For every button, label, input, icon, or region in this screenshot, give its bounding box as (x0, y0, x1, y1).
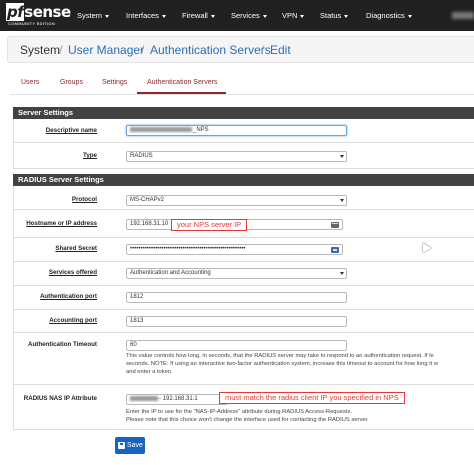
nas-ip-select[interactable]: - 192.168.31.1 (126, 394, 228, 405)
chevron-down-icon (340, 155, 344, 158)
auth-timeout-label: Authentication Timeout (28, 341, 97, 348)
chevron-down-icon (340, 272, 344, 275)
breadcrumb-auth-servers[interactable]: Authentication Servers (150, 43, 271, 57)
chevron-down-icon (344, 14, 349, 18)
protocol-label: Protocol (71, 196, 97, 203)
breadcrumb-user-manager[interactable]: User Manager (68, 43, 144, 57)
nav-status[interactable]: Status (320, 0, 349, 31)
auth-port-label: Authentication port (39, 293, 97, 300)
nav-system[interactable]: System (77, 0, 110, 31)
annotation-nas-ip: must match the radius client IP you spec… (219, 392, 405, 404)
pfsense-logo[interactable]: pfsense COMMUNITY EDITION (6, 3, 71, 28)
redacted-text (130, 395, 158, 401)
type-select[interactable]: RADIUS (126, 151, 347, 162)
breadcrumb-separator: / (261, 43, 265, 57)
nav-vpn[interactable]: VPN (282, 0, 305, 31)
row-descriptive-name: Descriptive name _NPS (13, 119, 474, 143)
tabs-divider (10, 94, 474, 95)
tab-users[interactable]: Users (21, 79, 39, 86)
protocol-select[interactable]: MS-CHAPv2 (126, 195, 347, 206)
nas-ip-help-2: Please note that this choice won't chang… (126, 417, 369, 423)
annotation-nps-ip: your NPS server IP (171, 219, 248, 231)
breadcrumb-separator: / (59, 43, 63, 57)
breadcrumb-edit[interactable]: Edit (270, 43, 291, 57)
nav-interfaces[interactable]: Interfaces (126, 0, 166, 31)
chevron-down-icon (340, 199, 344, 202)
section-header-radius-settings: RADIUS Server Settings (13, 174, 474, 186)
row-shared-secret: Shared Secret ••••••••••••••••••••••••••… (13, 238, 474, 262)
nav-hostname-redacted (452, 12, 474, 19)
type-label: Type (83, 152, 97, 159)
chevron-down-icon (262, 14, 267, 18)
acct-port-label: Accounting port (49, 317, 97, 324)
descriptive-name-input[interactable]: _NPS (126, 125, 347, 136)
breadcrumb-separator: / (141, 43, 145, 57)
auth-timeout-help-2: seconds. NOTE: If using an interactive t… (126, 361, 438, 367)
chevron-down-icon (105, 14, 110, 18)
logo-wordmark: pfsense (6, 3, 71, 21)
descriptive-name-label: Descriptive name (45, 127, 97, 134)
breadcrumb: System / User Manager / Authentication S… (7, 36, 474, 63)
chevron-down-icon (300, 14, 305, 18)
floppy-disk-icon (118, 442, 125, 449)
services-offered-select[interactable]: Authentication and Accounting (126, 268, 347, 279)
auth-timeout-help-3: and enter a token. (126, 369, 173, 375)
nas-ip-help-1: Enter the IP to use for the "NAS-IP-Addr… (126, 409, 353, 415)
row-auth-timeout: Authentication Timeout 60 This value con… (13, 333, 474, 385)
row-nas-ip: RADIUS NAS IP Attribute - 192.168.31.1 m… (13, 385, 474, 430)
row-type: Type RADIUS (13, 143, 474, 169)
section-header-server-settings: Server Settings (13, 107, 474, 119)
row-services-offered: Services offered Authentication and Acco… (13, 262, 474, 286)
tab-groups[interactable]: Groups (60, 79, 83, 86)
hostname-label: Hostname or IP address (26, 220, 97, 227)
logo-edition: COMMUNITY EDITION (8, 21, 56, 26)
save-button[interactable]: Save (115, 437, 145, 454)
chevron-down-icon (407, 14, 412, 18)
auth-timeout-help-1: This value controls how long, in seconds… (126, 353, 434, 359)
row-protocol: Protocol MS-CHAPv2 (13, 186, 474, 210)
auth-port-input[interactable]: 1812 (126, 292, 347, 303)
nas-ip-label: RADIUS NAS IP Attribute (23, 395, 97, 402)
tab-authentication-servers[interactable]: Authentication Servers (147, 79, 217, 86)
redacted-text (130, 126, 192, 132)
password-key-icon (331, 247, 339, 253)
auth-timeout-input[interactable]: 60 (126, 340, 347, 351)
shared-secret-input[interactable]: ••••••••••••••••••••••••••••••••••••••••… (126, 244, 343, 255)
nav-services[interactable]: Services (231, 0, 267, 31)
top-navbar: pfsense COMMUNITY EDITION System Interfa… (0, 0, 474, 31)
services-offered-label: Services offered (48, 269, 97, 276)
acct-port-input[interactable]: 1813 (126, 316, 347, 327)
breadcrumb-root: System (20, 43, 61, 57)
chevron-down-icon (210, 14, 215, 18)
tab-settings[interactable]: Settings (102, 79, 127, 86)
chevron-down-icon (161, 14, 166, 18)
shared-secret-label: Shared Secret (55, 245, 97, 252)
row-hostname: Hostname or IP address 192.168.31.10 you… (13, 210, 474, 238)
nav-diagnostics[interactable]: Diagnostics (366, 0, 412, 31)
autofill-card-icon (331, 222, 339, 228)
row-acct-port: Accounting port 1813 (13, 310, 474, 333)
nav-firewall[interactable]: Firewall (182, 0, 215, 31)
row-auth-port: Authentication port 1812 (13, 286, 474, 310)
